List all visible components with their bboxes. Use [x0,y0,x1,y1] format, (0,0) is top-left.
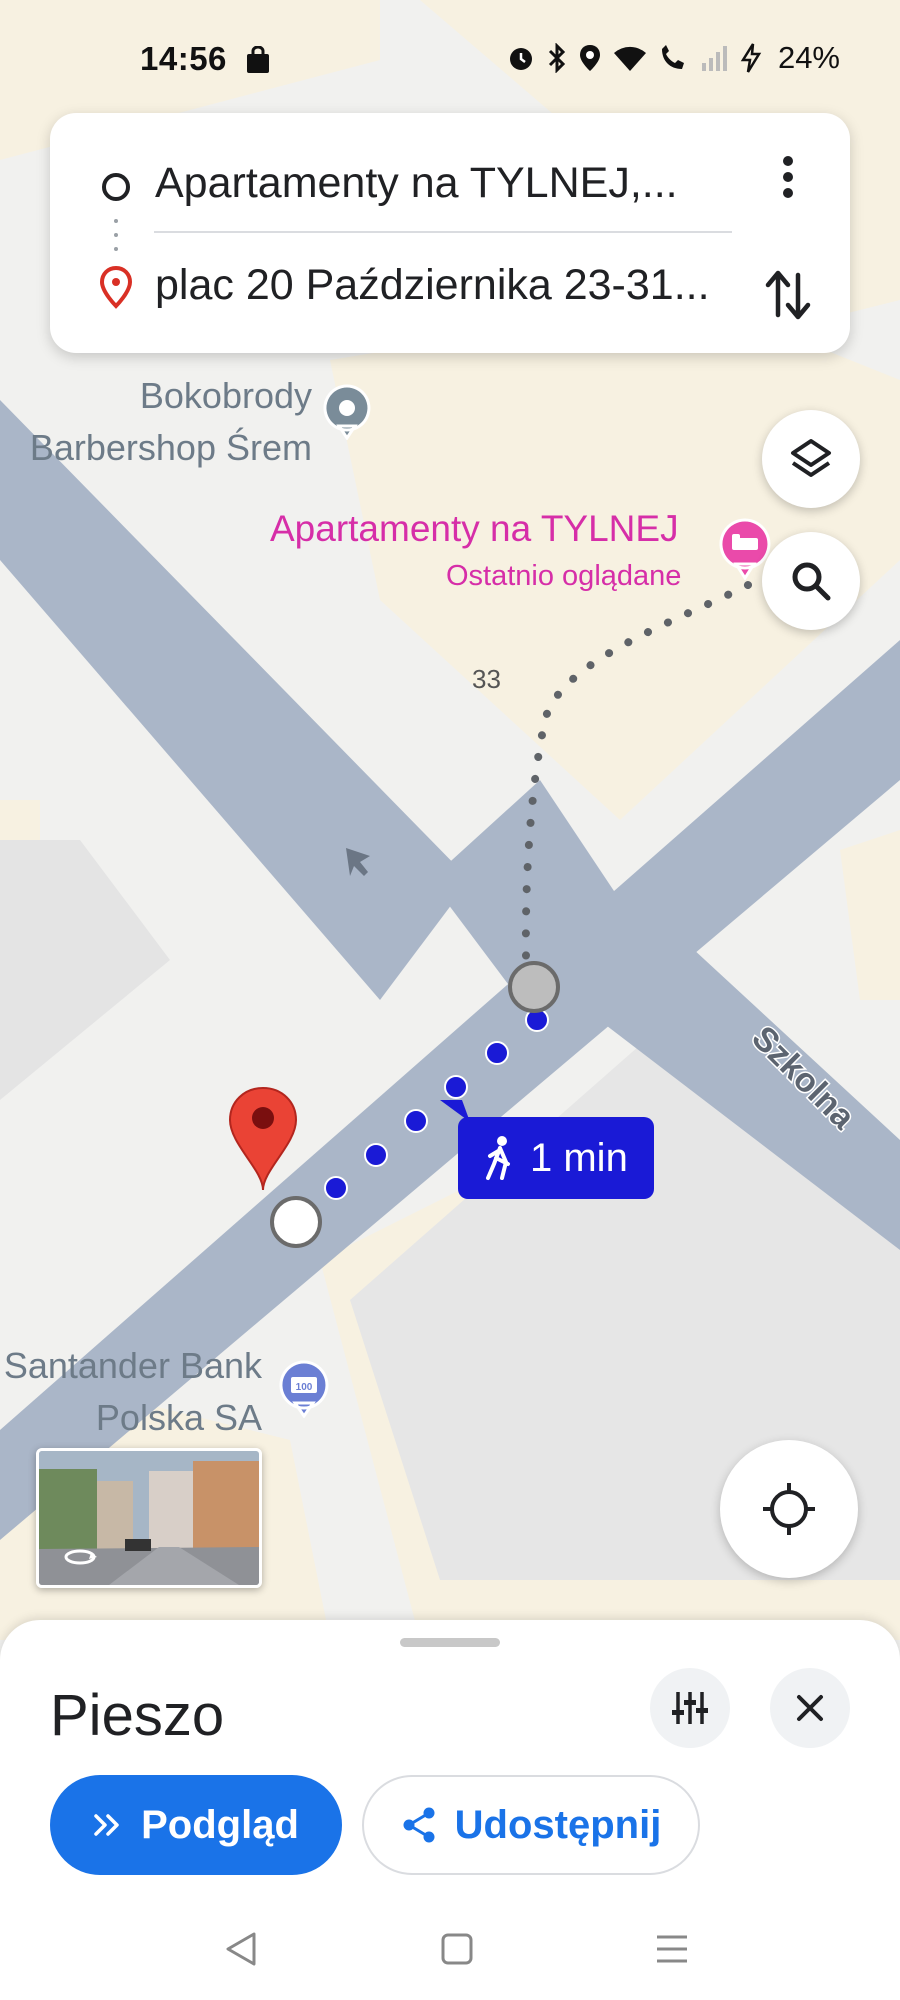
close-button[interactable] [770,1668,850,1748]
layers-icon [791,439,831,477]
wifi-icon [613,46,646,71]
barbershop-label[interactable]: Bokobrody Barbershop Śrem [0,370,312,474]
destination-pin-small-icon [99,265,133,309]
street-number-label: 33 [472,664,501,694]
location-icon [579,45,600,71]
bank-label[interactable]: Santander Bank Polska SA [0,1340,262,1444]
barbershop-name-1: Bokobrody [139,375,312,416]
destination-pin-icon[interactable] [228,1086,298,1197]
more-options-button[interactable] [766,147,810,207]
signal-icon [701,46,727,71]
status-bar: 14:56 24% [0,0,900,110]
home-icon[interactable] [440,1932,474,1966]
swap-vert-icon [765,270,811,320]
shopping-bag-icon [247,46,269,73]
bank-pin-icon[interactable]: 100 [278,1360,330,1423]
eta-text: 1 min [530,1135,628,1180]
route-card: Apartamenty na TYLNEJ,... plac 20 Paździ… [50,113,850,353]
double-chevron-icon [94,1814,119,1836]
close-icon [797,1695,823,1721]
my-location-button[interactable] [720,1440,858,1578]
menu-icon[interactable] [654,1932,690,1966]
destination-field[interactable]: plac 20 Października 23-31... [155,261,710,310]
preview-button[interactable]: Podgląd [50,1775,342,1875]
search-button[interactable] [762,532,860,630]
route-divider [154,231,732,233]
eta-chip-pointer [440,1100,470,1122]
share-button[interactable]: Udostępnij [362,1775,700,1875]
rotate-360-icon [64,1549,97,1565]
svg-text:100: 100 [296,1382,313,1393]
tune-icon [672,1692,708,1724]
hotel-subtitle: Ostatnio oglądane [446,560,682,592]
wifi-call-icon [661,45,684,69]
system-nav-bar [0,1900,900,2000]
hotel-name-label[interactable]: Apartamenty na TYLNEJ [270,508,679,550]
alarm-icon [509,48,532,70]
share-icon [403,1807,435,1843]
travel-mode-title: Pieszo [50,1683,225,1748]
street-view-thumbnail[interactable] [36,1448,262,1588]
bank-name-1: Santander Bank [3,1345,262,1386]
search-icon [792,562,831,601]
share-label: Udostępnij [454,1802,662,1847]
origin-circle-icon [102,173,130,201]
route-options-button[interactable] [650,1668,730,1748]
bank-name-2: Polska SA [95,1397,262,1438]
barbershop-pin-icon[interactable] [322,384,372,445]
destination-row[interactable]: plac 20 Października 23-31... [50,239,850,339]
walking-icon [486,1136,510,1180]
status-time: 14:56 [140,40,227,77]
sheet-drag-handle[interactable] [400,1638,500,1647]
more-vert-icon [783,156,793,198]
barbershop-name-2: Barbershop Śrem [29,427,312,468]
eta-chip: 1 min [458,1117,654,1199]
origin-row[interactable]: Apartamenty na TYLNEJ,... [50,137,850,237]
origin-field[interactable]: Apartamenty na TYLNEJ,... [155,159,678,208]
back-icon[interactable] [224,1930,258,1968]
bluetooth-icon [548,43,566,73]
preview-label: Podgląd [141,1802,299,1847]
swap-route-button[interactable] [760,263,816,327]
crosshair-icon [763,1483,815,1535]
battery-percent: 24% [777,40,840,75]
charging-icon [740,43,762,73]
layers-button[interactable] [762,410,860,508]
